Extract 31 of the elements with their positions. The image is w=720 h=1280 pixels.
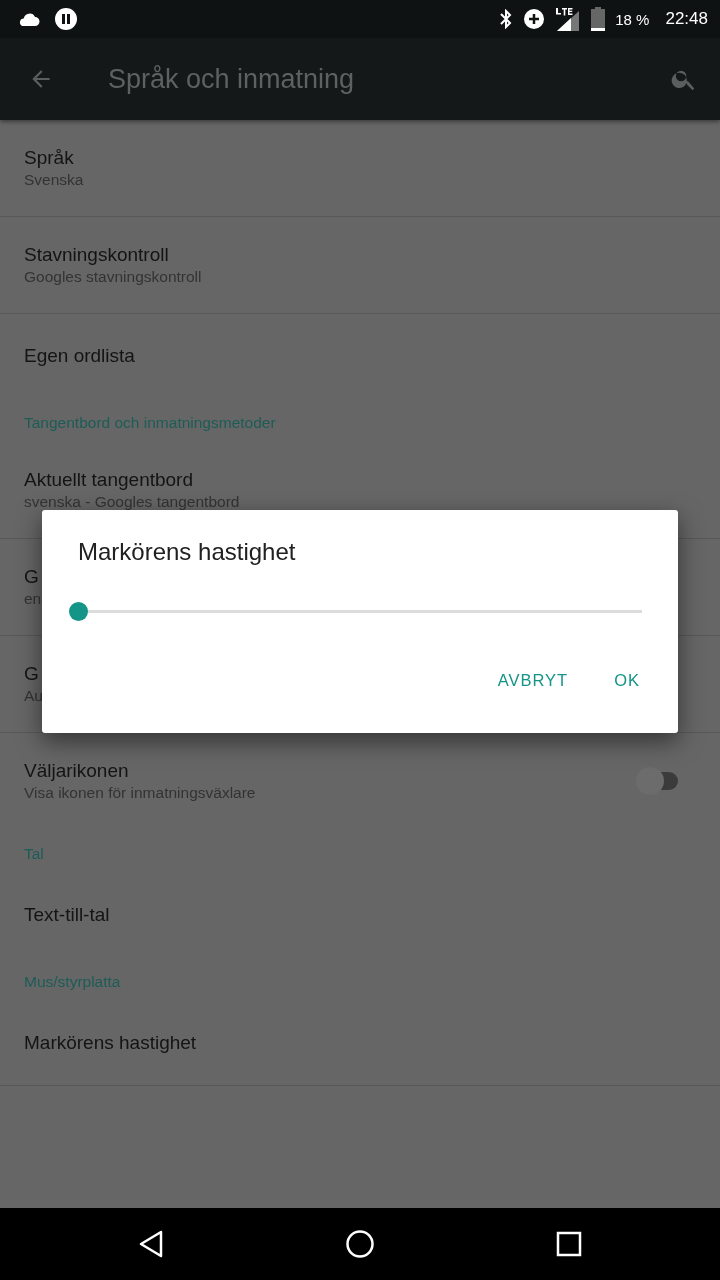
item-title: Språk [24,147,74,169]
item-title: Egen ordlista [24,345,135,367]
item-title: G [24,566,39,588]
settings-item[interactable]: Markörens hastighet [0,1001,720,1086]
data-saver-icon [523,8,546,30]
pause-icon [54,7,78,31]
item-title: Aktuellt tangentbord [24,469,193,491]
item-title: Text-till-tal [24,904,110,926]
recents-icon[interactable] [555,1231,582,1257]
battery-percent: 18 % [615,10,650,28]
clock-time: 22:48 [665,9,708,29]
speed-slider[interactable] [69,602,642,621]
back-icon[interactable] [138,1230,165,1258]
settings-item[interactable]: Egen ordlista [0,314,720,398]
dialog-button[interactable]: OK [600,663,654,698]
lte-signal-icon [555,7,582,31]
item-title: G [24,663,39,685]
bluetooth-icon [499,9,514,29]
item-title: Stavningskontroll [24,244,169,266]
item-title: Markörens hastighet [24,1032,197,1054]
section-header: Tangentbord och inmatningsmetoder [23,413,277,433]
home-icon[interactable] [345,1229,375,1259]
section-header: Mus/styrplatta [23,972,122,992]
battery-icon [591,7,606,31]
toggle-switch[interactable] [636,766,680,796]
item-title: Väljarikonen [24,760,129,782]
dialog-title: Markörens hastighet [78,538,297,566]
screen-title: Språk och inmatning [108,63,356,95]
dialog-button[interactable]: AVBRYT [483,663,583,698]
settings-item[interactable]: Text-till-tal [0,873,720,957]
section-header: Tal [23,844,45,864]
